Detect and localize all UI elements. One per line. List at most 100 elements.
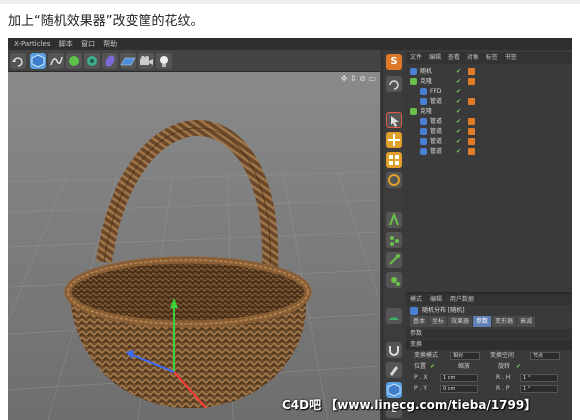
magnet-icon[interactable] [386, 342, 402, 358]
visibility-check-icon[interactable]: ✔ [456, 117, 461, 127]
om-menu-edit[interactable]: 编辑 [429, 54, 441, 61]
rh-field[interactable]: 1 ° [520, 374, 558, 382]
section-parameter[interactable]: 参数 [406, 329, 572, 339]
visibility-check-icon[interactable]: ✔ [456, 77, 461, 87]
visibility-check-icon[interactable]: ✔ [456, 87, 461, 97]
scale-checkbox-label[interactable]: 缩放 [458, 361, 470, 372]
visibility-check-icon[interactable]: ✔ [456, 97, 461, 107]
menu-item-help[interactable]: 帮助 [103, 40, 117, 48]
rp-label: R . P [496, 385, 510, 392]
attribute-tab[interactable]: 基本 [410, 316, 429, 327]
light-icon[interactable] [156, 53, 172, 69]
camera-icon[interactable] [138, 53, 154, 69]
paint-icon[interactable] [386, 362, 402, 378]
object-type-icon [420, 128, 427, 135]
object-name[interactable]: FFD [430, 87, 442, 97]
object-name[interactable]: 管道 [430, 147, 442, 157]
menu-item-xparticles[interactable]: X-Particles [14, 40, 50, 48]
position-checkbox[interactable]: ✔ [430, 363, 435, 370]
object-name[interactable]: 管道 [430, 117, 442, 127]
effector-icon[interactable] [386, 272, 402, 288]
material-tag-icon[interactable] [468, 118, 475, 125]
visibility-check-icon[interactable]: ✔ [456, 107, 461, 117]
page-top-strip [0, 0, 580, 4]
om-menu-view[interactable]: 查看 [448, 54, 460, 61]
om-menu-object[interactable]: 对象 [467, 54, 479, 61]
attribute-title-text: 随机分布 [随机] [422, 307, 465, 314]
transform-toggles-row: 位置 ✔ 缩放 旋转 ✔ [406, 361, 572, 372]
floor-icon[interactable] [120, 53, 136, 69]
object-name[interactable]: 管道 [430, 97, 442, 107]
visibility-check-icon[interactable]: ✔ [456, 67, 461, 77]
attribute-tab[interactable]: 变形器 [492, 316, 517, 327]
rotate-icon[interactable] [386, 172, 402, 188]
om-menu-tags[interactable]: 标签 [486, 54, 498, 61]
attribute-tab[interactable]: 效果器 [448, 316, 473, 327]
object-tree-row[interactable]: 管道 ✔ [406, 117, 572, 127]
viewport-nav-icons[interactable]: ✥ ⇕ ⊘ ▭ [341, 74, 376, 83]
menu-item-window[interactable]: 窗口 [81, 40, 95, 48]
material-tag-icon[interactable] [468, 138, 475, 145]
undo-icon[interactable] [386, 76, 402, 92]
effector-icon[interactable] [386, 252, 402, 268]
am-menu-edit[interactable]: 编辑 [430, 296, 442, 303]
object-name[interactable]: 克隆 [420, 77, 432, 87]
object-name[interactable]: 随机 [420, 67, 432, 77]
object-tree-row[interactable]: 管道 ✔ [406, 137, 572, 147]
object-tree-row[interactable]: 管道 ✔ [406, 97, 572, 107]
cloner-icon[interactable] [84, 53, 100, 69]
turtle-icon[interactable] [386, 308, 402, 324]
rotate-checkbox[interactable]: ✔ [516, 361, 521, 372]
effector-icon[interactable] [386, 232, 402, 248]
attribute-tab[interactable]: 坐标 [429, 316, 448, 327]
object-type-icon [420, 98, 427, 105]
menu-item-script[interactable]: 脚本 [59, 40, 73, 48]
object-manager-menu: 文件 编辑 查看 对象 标签 书签 [406, 52, 572, 64]
am-menu-mode[interactable]: 模式 [410, 296, 422, 303]
object-tree-row[interactable]: 克隆 ✔ [406, 77, 572, 87]
object-tree-row[interactable]: 管道 ✔ [406, 127, 572, 137]
material-tag-icon[interactable] [468, 98, 475, 105]
select-arrow-icon[interactable] [386, 112, 402, 128]
object-name[interactable]: 克隆 [420, 107, 432, 117]
object-name[interactable]: 管道 [430, 127, 442, 137]
material-tag-icon[interactable] [468, 148, 475, 155]
py-field[interactable]: 0 cm [440, 385, 478, 393]
object-tree-row[interactable]: 克隆 ✔ [406, 107, 572, 117]
visibility-check-icon[interactable]: ✔ [456, 127, 461, 137]
object-tree-row[interactable]: 管道 ✔ [406, 147, 572, 157]
object-type-icon [420, 118, 427, 125]
object-tree-row[interactable]: 随机 ✔ [406, 67, 572, 77]
spline-icon[interactable] [48, 53, 64, 69]
om-menu-bookmarks[interactable]: 书签 [505, 54, 517, 61]
cube-icon[interactable] [30, 53, 46, 69]
py-rp-row: P . Y 0 cm R . P 1 ° [406, 383, 572, 394]
transform-space-select[interactable]: 节点 [530, 352, 560, 360]
px-field[interactable]: 1 cm [440, 374, 478, 382]
material-tag-icon[interactable] [468, 78, 475, 85]
material-tag-icon[interactable] [468, 128, 475, 135]
attribute-tab[interactable]: 参数 [473, 316, 492, 327]
scale-s-icon[interactable]: S [386, 54, 402, 70]
visibility-check-icon[interactable]: ✔ [456, 147, 461, 157]
grid-icon[interactable] [386, 152, 402, 168]
deformer-icon[interactable] [102, 53, 118, 69]
position-checkbox-label[interactable]: 位置 [414, 363, 426, 370]
am-menu-userdata[interactable]: 用户数据 [450, 296, 474, 303]
attribute-tab[interactable]: 衰减 [517, 316, 536, 327]
rp-field[interactable]: 1 ° [520, 385, 558, 393]
om-menu-file[interactable]: 文件 [410, 54, 422, 61]
material-tag-icon[interactable] [468, 68, 475, 75]
object-name[interactable]: 管道 [430, 137, 442, 147]
generator-icon[interactable] [66, 53, 82, 69]
section-transform[interactable]: 变换 [406, 340, 572, 350]
3d-viewport[interactable]: ✥ ⇕ ⊘ ▭ [8, 72, 380, 420]
transform-mode-row: 变换模式 相对 变换空间 节点 [406, 350, 572, 361]
move-icon[interactable] [386, 132, 402, 148]
rotate-checkbox-label[interactable]: 旋转 [498, 361, 510, 372]
visibility-check-icon[interactable]: ✔ [456, 137, 461, 147]
undo-icon[interactable] [10, 53, 26, 69]
mograph-icon[interactable] [386, 212, 402, 228]
object-tree-row[interactable]: FFD ✔ [406, 87, 572, 97]
transform-mode-select[interactable]: 相对 [450, 352, 480, 360]
